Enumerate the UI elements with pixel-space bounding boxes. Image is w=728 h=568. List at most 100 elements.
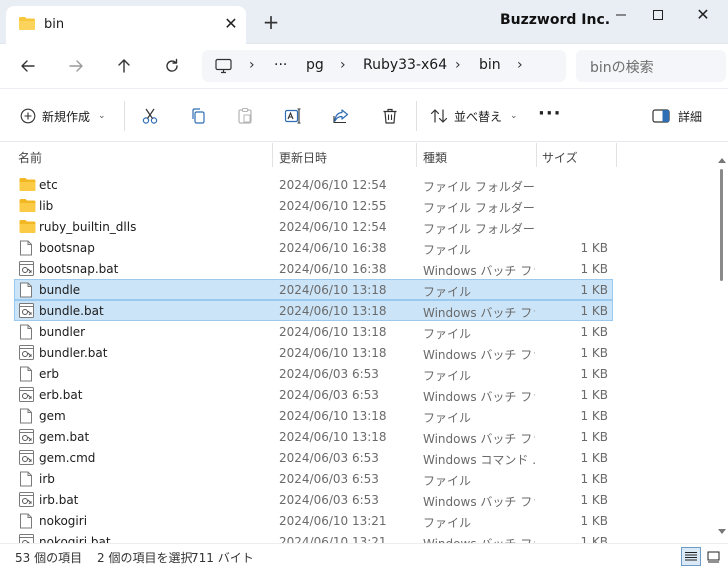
- file-size: 1 KB: [580, 304, 608, 318]
- sort-button-label: 並べ替え: [454, 109, 503, 124]
- file-size: 1 KB: [580, 262, 608, 276]
- breadcrumb-bin[interactable]: bin: [479, 57, 501, 73]
- scroll-up-icon[interactable]: [718, 158, 726, 163]
- share-button[interactable]: [330, 105, 352, 127]
- batch-file-icon: [19, 492, 34, 510]
- breadcrumb-overflow[interactable]: ···: [274, 57, 287, 73]
- file-name: nokogiri.bat: [39, 535, 111, 543]
- file-row[interactable]: bundle 2024/06/10 13:18 ファイル 1 KB: [14, 279, 613, 300]
- scrollbar-thumb[interactable]: [720, 169, 723, 281]
- paste-icon: [238, 107, 252, 124]
- file-date: 2024/06/10 13:21: [279, 514, 387, 528]
- file-name: bundler: [39, 325, 86, 339]
- maximize-button[interactable]: [643, 5, 673, 27]
- file-name: etc: [39, 178, 58, 192]
- file-row[interactable]: gem.cmd 2024/06/03 6:53 Windows コマンド ... 1 …: [14, 447, 613, 468]
- breadcrumb-separator[interactable]: ›: [340, 57, 346, 73]
- cut-button[interactable]: [139, 105, 161, 127]
- new-tab-button[interactable]: +: [259, 11, 283, 35]
- file-name: bundler.bat: [39, 346, 108, 360]
- file-row[interactable]: nokogiri.bat 2024/06/10 13:21 Windows バッチ …: [14, 531, 613, 543]
- tab-bin[interactable]: bin ✕: [6, 6, 246, 44]
- file-size: 1 KB: [580, 514, 608, 528]
- tiles-view-button[interactable]: [703, 547, 723, 566]
- details-view-button[interactable]: [681, 547, 701, 566]
- folder-icon: [19, 177, 36, 195]
- minimize-icon: [616, 14, 626, 16]
- app-title: Buzzword Inc.: [500, 12, 611, 28]
- file-row[interactable]: lib 2024/06/10 12:55 ファイル フォルダー: [14, 195, 613, 216]
- up-button[interactable]: [110, 53, 138, 79]
- breadcrumb-separator[interactable]: ›: [455, 57, 461, 73]
- breadcrumb-separator: ›: [249, 57, 255, 73]
- tab-close-button[interactable]: ✕: [220, 13, 242, 35]
- computer-icon[interactable]: [215, 58, 232, 77]
- delete-button[interactable]: [379, 105, 401, 127]
- address-bar[interactable]: › ··· pg › Ruby33-x64 › bin ›: [202, 50, 566, 82]
- file-size: 1 KB: [580, 367, 608, 381]
- file-row[interactable]: erb.bat 2024/06/03 6:53 Windows バッチ ファ... 1…: [14, 384, 613, 405]
- refresh-button[interactable]: [158, 53, 186, 79]
- file-row[interactable]: irb 2024/06/03 6:53 ファイル 1 KB: [14, 468, 613, 489]
- back-button[interactable]: [14, 53, 42, 79]
- file-row[interactable]: gem 2024/06/10 13:18 ファイル 1 KB: [14, 405, 613, 426]
- file-name: erb.bat: [39, 388, 83, 402]
- column-divider[interactable]: [536, 143, 537, 167]
- file-date: 2024/06/10 13:18: [279, 430, 387, 444]
- column-header-type[interactable]: 種類: [423, 149, 447, 166]
- file-size: 1 KB: [580, 430, 608, 444]
- breadcrumb-ruby33-x64[interactable]: Ruby33-x64: [363, 57, 447, 73]
- file-row[interactable]: bootsnap.bat 2024/06/10 16:38 Windows バッチ …: [14, 258, 613, 279]
- breadcrumb-separator[interactable]: ›: [517, 57, 523, 73]
- details-view-icon: [685, 552, 697, 561]
- file-row[interactable]: erb 2024/06/03 6:53 ファイル 1 KB: [14, 363, 613, 384]
- column-header-date[interactable]: 更新日時: [279, 149, 327, 166]
- file-row[interactable]: bundler 2024/06/10 13:18 ファイル 1 KB: [14, 321, 613, 342]
- paste-button[interactable]: [234, 105, 256, 127]
- plus-circle-icon: [20, 108, 36, 124]
- folder-icon: [19, 198, 36, 216]
- column-header-name[interactable]: 名前: [18, 149, 42, 166]
- file-row[interactable]: gem.bat 2024/06/10 13:18 Windows バッチ ファ...…: [14, 426, 613, 447]
- file-name: gem: [39, 409, 66, 423]
- file-size: 1 KB: [580, 535, 608, 543]
- arrow-left-icon: [21, 60, 35, 72]
- batch-file-icon: [19, 303, 34, 321]
- file-date: 2024/06/10 12:54: [279, 220, 387, 234]
- file-icon: [19, 240, 33, 259]
- details-pane-icon: [652, 109, 670, 123]
- file-row[interactable]: bootsnap 2024/06/10 16:38 ファイル 1 KB: [14, 237, 613, 258]
- breadcrumb-pg[interactable]: pg: [306, 57, 324, 73]
- file-type: Windows バッチ ファ...: [423, 306, 535, 320]
- file-size: 1 KB: [580, 493, 608, 507]
- forward-button[interactable]: [62, 53, 90, 79]
- chevron-down-icon: ⌄: [510, 111, 518, 121]
- file-row[interactable]: nokogiri 2024/06/10 13:21 ファイル 1 KB: [14, 510, 613, 531]
- copy-button[interactable]: [187, 105, 209, 127]
- file-type: Windows バッチ ファ...: [423, 390, 535, 404]
- column-divider[interactable]: [616, 143, 617, 167]
- search-input[interactable]: binの検索: [576, 50, 726, 82]
- selection-size: 711 バイト: [191, 551, 254, 565]
- minimize-button[interactable]: [606, 5, 636, 27]
- file-type: Windows バッチ ファ...: [423, 495, 535, 509]
- file-row[interactable]: etc 2024/06/10 12:54 ファイル フォルダー: [14, 174, 613, 195]
- details-pane-button[interactable]: 詳細: [652, 105, 702, 127]
- column-header-size[interactable]: サイズ: [542, 149, 578, 166]
- more-options-button[interactable]: ···: [538, 103, 562, 124]
- file-row[interactable]: ruby_builtin_dlls 2024/06/10 12:54 ファイル フォ…: [14, 216, 613, 237]
- sort-button[interactable]: 並べ替え ⌄: [430, 105, 518, 127]
- column-divider[interactable]: [272, 143, 273, 167]
- file-row[interactable]: bundle.bat 2024/06/10 13:18 Windows バッチ ファ…: [14, 300, 613, 321]
- rename-button[interactable]: [282, 105, 304, 127]
- new-button[interactable]: 新規作成 ⌄: [20, 105, 106, 127]
- close-window-button[interactable]: ✕: [688, 5, 718, 27]
- new-button-label: 新規作成: [42, 109, 91, 124]
- file-type: Windows バッチ ファ...: [423, 348, 535, 362]
- column-divider[interactable]: [416, 143, 417, 167]
- scroll-down-icon[interactable]: [718, 529, 726, 534]
- vertical-scrollbar[interactable]: [716, 143, 728, 543]
- details-pane-label: 詳細: [678, 109, 703, 124]
- file-row[interactable]: bundler.bat 2024/06/10 13:18 Windows バッチ フ…: [14, 342, 613, 363]
- file-row[interactable]: irb.bat 2024/06/03 6:53 Windows バッチ ファ... 1…: [14, 489, 613, 510]
